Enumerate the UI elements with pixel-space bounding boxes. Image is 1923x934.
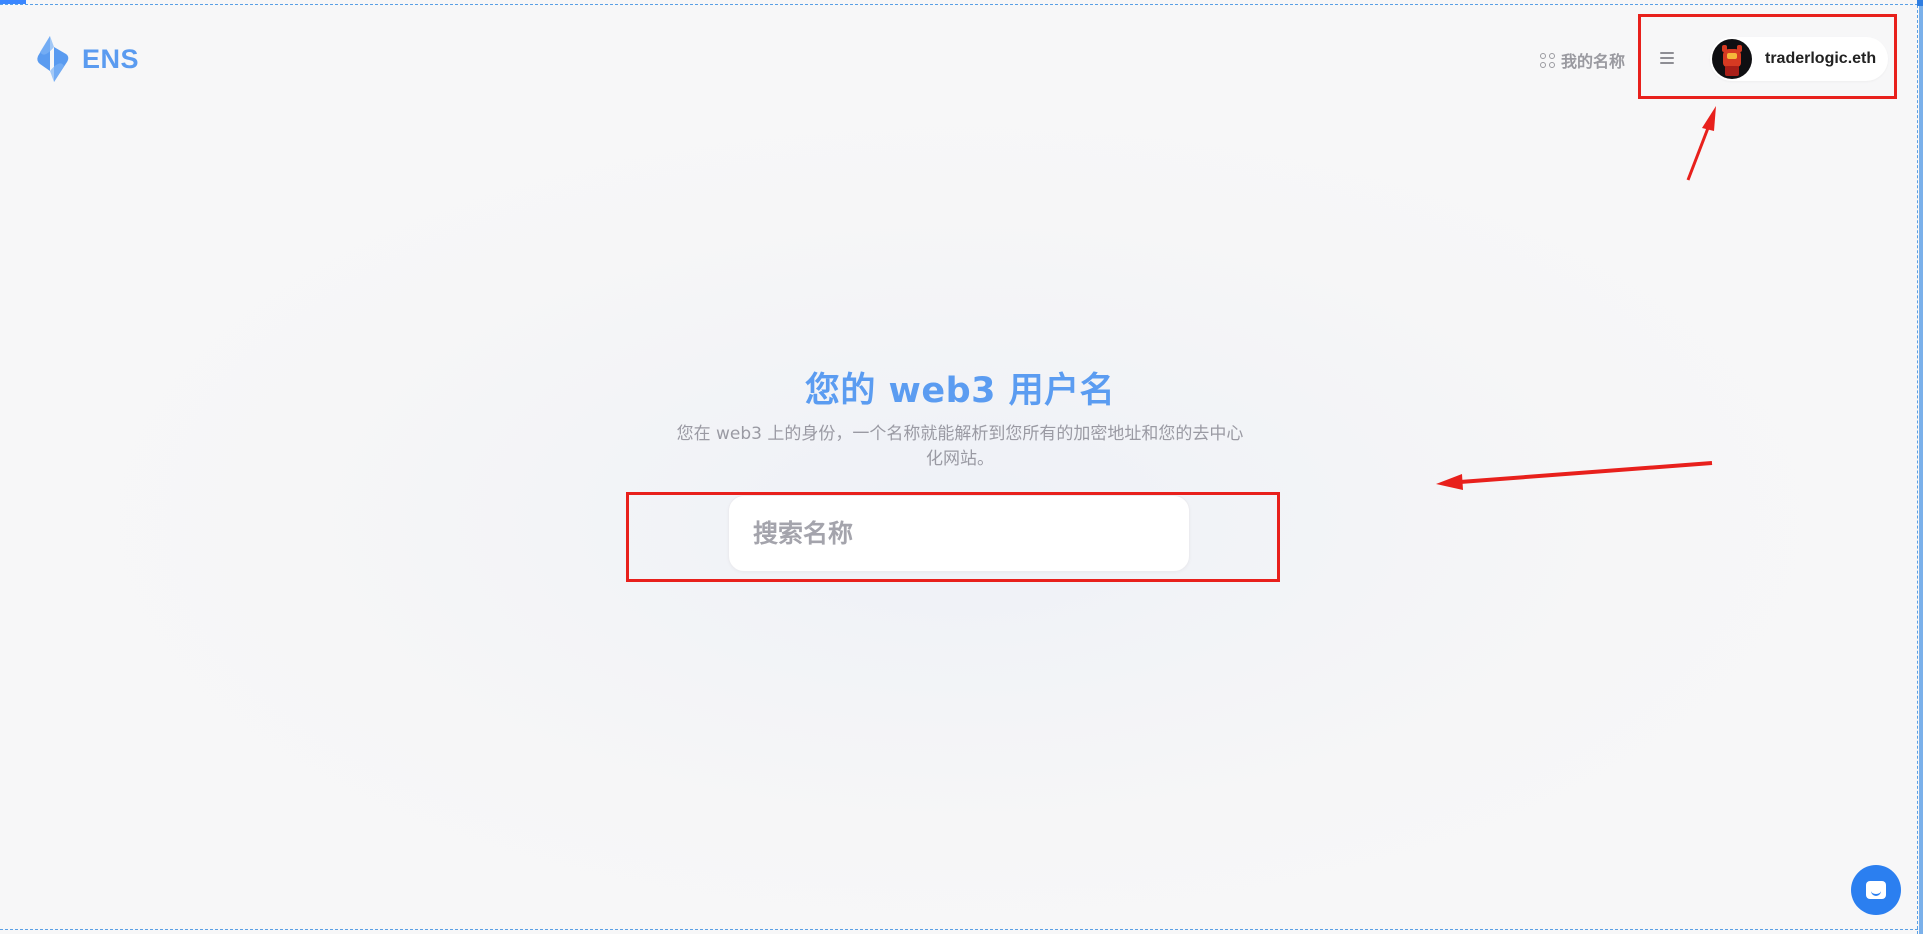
annotation-arrow-profile bbox=[1686, 106, 1716, 181]
ens-logo[interactable]: ENS bbox=[30, 34, 139, 84]
frame-right-edge bbox=[1919, 0, 1923, 934]
annotation-box-search bbox=[626, 492, 1280, 582]
my-names-link[interactable]: 我的名称 bbox=[1540, 48, 1625, 72]
frame-corner-mark-right bbox=[1917, 0, 1923, 6]
ens-logo-icon bbox=[37, 36, 69, 82]
frame-bottom-dash bbox=[0, 929, 1923, 930]
logo-text: ENS bbox=[82, 43, 140, 74]
frame-top-dash bbox=[0, 4, 1923, 5]
hero-subtitle: 您在 web3 上的身份，一个名称就能解析到您所有的加密地址和您的去中心化网站。 bbox=[676, 424, 1244, 469]
grid-icon bbox=[1540, 52, 1555, 68]
frame-right-dash bbox=[1917, 0, 1918, 934]
chat-button[interactable] bbox=[1851, 865, 1901, 915]
page: ENS 我的名称 traderlogic.eth 您的 web3 用户名 您在 … bbox=[0, 0, 1923, 934]
annotation-box-profile bbox=[1638, 14, 1897, 99]
my-names-label: 我的名称 bbox=[1561, 54, 1626, 71]
hero-title: 您的 web3 用户名 bbox=[804, 371, 1116, 411]
annotation-arrow-search bbox=[1436, 461, 1713, 490]
chat-icon bbox=[1866, 881, 1886, 899]
frame-corner-mark bbox=[0, 0, 26, 4]
